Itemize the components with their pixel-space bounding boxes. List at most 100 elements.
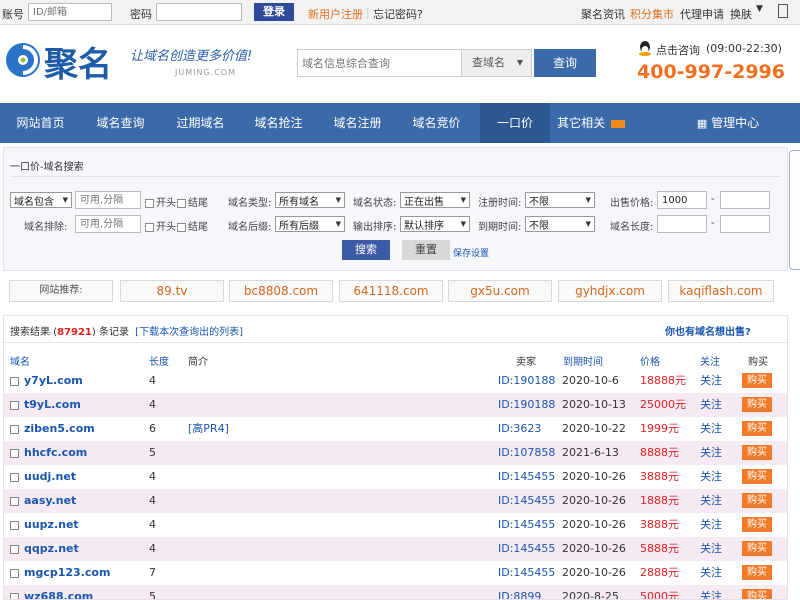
exclude-input[interactable]: [75, 215, 141, 233]
row-follow-link[interactable]: 关注: [700, 561, 722, 585]
row-seller[interactable]: ID:107858: [498, 441, 555, 465]
exclude-start-checkbox[interactable]: 开头: [145, 218, 176, 233]
domain-search-input[interactable]: [297, 49, 462, 77]
row-checkbox[interactable]: [10, 393, 21, 417]
row-seller[interactable]: ID:145455: [498, 561, 555, 585]
row-seller[interactable]: ID:145455: [498, 489, 555, 513]
buy-button[interactable]: 购买: [742, 541, 772, 556]
start-checkbox[interactable]: 开头: [145, 194, 176, 209]
buy-button[interactable]: 购买: [742, 565, 772, 580]
skin-link[interactable]: 换肤: [730, 6, 752, 22]
suffix-select[interactable]: 所有后缀 ▼: [275, 216, 345, 232]
length-max-input[interactable]: [720, 215, 770, 233]
buy-button[interactable]: 购买: [742, 373, 772, 388]
exclude-end-checkbox[interactable]: 结尾: [177, 218, 208, 233]
end-checkbox[interactable]: 结尾: [177, 194, 208, 209]
buy-button[interactable]: 购买: [742, 493, 772, 508]
row-follow-link[interactable]: 关注: [700, 513, 722, 537]
recommend-site[interactable]: bc8808.com: [229, 280, 333, 302]
contain-input[interactable]: [75, 191, 141, 209]
save-settings-link[interactable]: 保存设置: [453, 246, 489, 259]
row-seller[interactable]: ID:190188: [498, 393, 555, 417]
row-domain[interactable]: wz688.com: [24, 585, 93, 599]
row-seller[interactable]: ID:3623: [498, 417, 541, 441]
account-input[interactable]: [28, 3, 112, 21]
sell-domain-link[interactable]: 你也有域名想出售?: [665, 323, 751, 338]
price-min-input[interactable]: [657, 191, 707, 209]
buy-button[interactable]: 购买: [742, 397, 772, 412]
col-header-price[interactable]: 价格: [640, 353, 660, 368]
row-domain[interactable]: mgcp123.com: [24, 561, 110, 585]
row-domain[interactable]: aasy.net: [24, 489, 76, 513]
login-button[interactable]: 登录: [254, 3, 294, 21]
agent-apply-link[interactable]: 代理申请: [680, 6, 724, 22]
nav-expired-domains[interactable]: 过期域名: [168, 103, 233, 143]
row-checkbox[interactable]: [10, 537, 21, 561]
nav-register[interactable]: 域名注册: [325, 103, 390, 143]
buy-button[interactable]: 购买: [742, 421, 772, 436]
nav-fixed-price[interactable]: 一口价: [480, 103, 550, 143]
row-domain[interactable]: hhcfc.com: [24, 441, 87, 465]
row-checkbox[interactable]: [10, 561, 21, 585]
recommend-site[interactable]: gyhdjx.com: [558, 280, 662, 302]
reg-time-select[interactable]: 不限 ▼: [525, 192, 595, 208]
row-domain[interactable]: uudj.net: [24, 465, 76, 489]
recommend-site[interactable]: 89.tv: [120, 280, 224, 302]
row-follow-link[interactable]: 关注: [700, 585, 722, 599]
row-follow-link[interactable]: 关注: [700, 393, 722, 417]
price-max-input[interactable]: [720, 191, 770, 209]
row-seller[interactable]: ID:8899: [498, 585, 541, 599]
header-search-button[interactable]: 查询: [534, 49, 596, 77]
consult-link[interactable]: 点击咨询: [656, 42, 700, 58]
nav-domain-lookup[interactable]: 域名查询: [88, 103, 153, 143]
row-follow-link[interactable]: 关注: [700, 369, 722, 393]
col-header-length[interactable]: 长度: [149, 353, 169, 368]
row-checkbox[interactable]: [10, 369, 21, 393]
row-seller[interactable]: ID:145455: [498, 465, 555, 489]
row-checkbox[interactable]: [10, 489, 21, 513]
row-follow-link[interactable]: 关注: [700, 441, 722, 465]
row-checkbox[interactable]: [10, 513, 21, 537]
row-domain[interactable]: qqpz.net: [24, 537, 79, 561]
password-input[interactable]: [156, 3, 242, 21]
buy-button[interactable]: 购买: [742, 469, 772, 484]
nav-auction[interactable]: 域名竞价: [404, 103, 469, 143]
row-follow-link[interactable]: 关注: [700, 489, 722, 513]
row-seller[interactable]: ID:145455: [498, 537, 555, 561]
download-list-link[interactable]: [下载本次查询出的列表]: [135, 327, 243, 338]
col-header-domain[interactable]: 域名: [10, 353, 30, 368]
row-follow-link[interactable]: 关注: [700, 537, 722, 561]
nav-management[interactable]: ▦ 管理中心: [680, 103, 776, 143]
row-checkbox[interactable]: [10, 465, 21, 489]
domain-type-select[interactable]: 所有域名 ▼: [275, 192, 345, 208]
forgot-password-link[interactable]: 忘记密码?: [373, 6, 423, 22]
row-domain[interactable]: y7yL.com: [24, 369, 83, 393]
feedback-side-tab[interactable]: [789, 150, 800, 270]
row-domain[interactable]: ziben5.com: [24, 417, 95, 441]
expire-select[interactable]: 不限 ▼: [525, 216, 595, 232]
recommend-site[interactable]: gx5u.com: [448, 280, 552, 302]
length-min-input[interactable]: [657, 215, 707, 233]
row-checkbox[interactable]: [10, 441, 21, 465]
buy-button[interactable]: 购买: [742, 589, 772, 599]
contain-select[interactable]: 域名包含 ▼: [10, 192, 72, 208]
row-follow-link[interactable]: 关注: [700, 465, 722, 489]
register-link[interactable]: 新用户注册: [308, 6, 363, 22]
row-follow-link[interactable]: 关注: [700, 417, 722, 441]
reset-button[interactable]: 重置: [402, 240, 450, 260]
buy-button[interactable]: 购买: [742, 445, 772, 460]
nav-backorder[interactable]: 域名抢注: [246, 103, 311, 143]
row-domain[interactable]: uupz.net: [24, 513, 79, 537]
chevron-down-icon[interactable]: ▼: [756, 4, 763, 14]
points-market-link[interactable]: 积分集市: [630, 6, 674, 22]
recommend-site[interactable]: kaqiflash.com: [668, 280, 774, 302]
mobile-icon[interactable]: [778, 4, 788, 18]
search-button[interactable]: 搜索: [342, 240, 390, 260]
recommend-site[interactable]: 641118.com: [339, 280, 443, 302]
buy-button[interactable]: 购买: [742, 517, 772, 532]
row-checkbox[interactable]: [10, 417, 21, 441]
nav-other[interactable]: 其它相关: [556, 103, 626, 143]
row-checkbox[interactable]: [10, 585, 21, 599]
news-link[interactable]: 聚名资讯: [581, 6, 625, 22]
row-seller[interactable]: ID:190188: [498, 369, 555, 393]
